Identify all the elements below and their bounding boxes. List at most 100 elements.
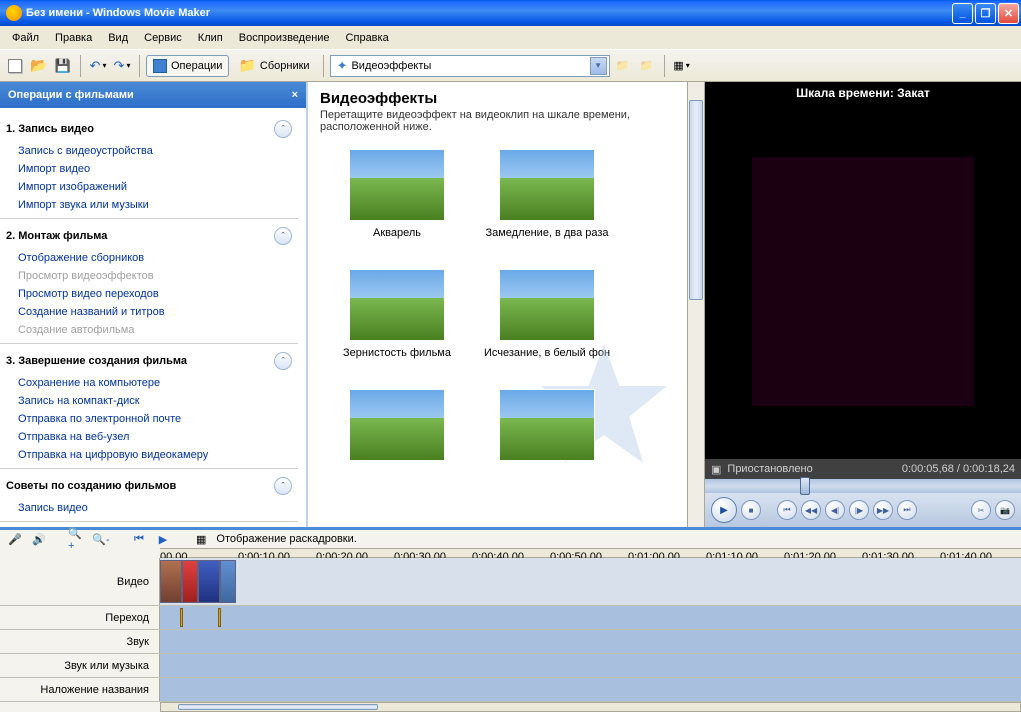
effect-item[interactable]: Акварель <box>332 149 462 239</box>
nav-back-button[interactable]: 📁 <box>612 55 634 77</box>
menu-file[interactable]: Файл <box>4 29 47 47</box>
timeline-play-button[interactable]: ▶ <box>154 530 172 548</box>
collections-toggle[interactable]: 📁 Сборники <box>231 55 316 77</box>
main-area: Операции с фильмами × 1. Запись видеоˆ З… <box>0 82 1021 527</box>
time-display: 0:00:05,68 / 0:00:18,24 <box>902 463 1015 475</box>
clip[interactable] <box>198 560 220 603</box>
timeline-levels-button[interactable]: 🔊 <box>30 530 48 548</box>
stop-button[interactable]: ■ <box>741 500 761 520</box>
seek-bar[interactable] <box>705 479 1021 493</box>
timeline-toolbar: 🎤 🔊 🔍+ 🔍- ⏮ ▶ ▦ Отображение раскадровки. <box>0 530 1021 548</box>
scroll-thumb[interactable] <box>178 704 378 710</box>
preview-video <box>705 104 1021 459</box>
zoom-in-button[interactable]: 🔍+ <box>68 530 86 548</box>
snapshot-button[interactable]: 📷 <box>995 500 1015 520</box>
open-button[interactable]: 📂 <box>28 55 50 77</box>
task-send-web[interactable]: Отправка на веб-узел <box>0 428 298 446</box>
save-button[interactable]: 💾 <box>52 55 74 77</box>
menu-help[interactable]: Справка <box>338 29 397 47</box>
pause-status-icon: ▣ <box>711 463 721 476</box>
transition-marker[interactable] <box>218 608 221 627</box>
effects-subtitle: Перетащите видеоэффект на видеоклип на ш… <box>320 109 692 133</box>
task-show-collections[interactable]: Отображение сборников <box>0 249 298 267</box>
clip[interactable] <box>160 560 182 603</box>
task-automovie: Создание автофильма <box>0 321 298 339</box>
track-title-overlay: Наложение названия <box>0 678 1021 702</box>
task-send-dv[interactable]: Отправка на цифровую видеокамеру <box>0 446 298 464</box>
scrollbar[interactable] <box>687 82 704 527</box>
minimize-button[interactable]: _ <box>952 3 973 24</box>
effect-item[interactable]: Замедление, в два раза <box>482 149 612 239</box>
task-save-cd[interactable]: Запись на компакт-диск <box>0 392 298 410</box>
task-view-transitions[interactable]: Просмотр видео переходов <box>0 285 298 303</box>
timeline-scrollbar[interactable] <box>160 702 1021 712</box>
menu-play[interactable]: Воспроизведение <box>231 29 338 47</box>
chevron-up-icon[interactable]: ˆ <box>274 477 292 495</box>
new-file-icon <box>8 59 22 73</box>
scroll-thumb[interactable] <box>689 100 703 300</box>
forward-button[interactable]: ▶▶ <box>873 500 893 520</box>
task-capture-device[interactable]: Запись с видеоустройства <box>0 142 298 160</box>
video-track-content[interactable] <box>160 558 1021 605</box>
split-button[interactable]: ✂ <box>971 500 991 520</box>
menu-tools[interactable]: Сервис <box>136 29 190 47</box>
new-button[interactable] <box>4 55 26 77</box>
menu-edit[interactable]: Правка <box>47 29 100 47</box>
timeline-tracks: Видео Переход Звук Звук или музыка Налож… <box>0 558 1021 702</box>
app-icon <box>6 5 22 21</box>
effect-thumbnail <box>349 149 445 221</box>
effect-item[interactable] <box>482 389 612 467</box>
save-icon: 💾 <box>55 58 71 74</box>
task-tip-capture[interactable]: Запись видео <box>0 499 298 517</box>
task-view-effects: Просмотр видеоэффектов <box>0 267 298 285</box>
timeline-ruler[interactable]: 00,00 0:00:10,00 0:00:20,00 0:00:30,00 0… <box>160 548 1021 558</box>
storyboard-link[interactable]: Отображение раскадровки. <box>216 533 356 545</box>
zoom-out-button[interactable]: 🔍- <box>92 530 110 548</box>
close-button[interactable]: ✕ <box>998 3 1019 24</box>
close-icon[interactable]: × <box>292 89 298 101</box>
menu-clip[interactable]: Клип <box>190 29 231 47</box>
section-capture: 1. Запись видеоˆ <box>0 116 298 142</box>
maximize-button[interactable]: ❐ <box>975 3 996 24</box>
effect-item[interactable]: Зернистость фильма <box>332 269 462 359</box>
clip[interactable] <box>220 560 236 603</box>
nav-up-button[interactable]: 📁 <box>636 55 658 77</box>
redo-button[interactable]: ↷▾ <box>111 55 133 77</box>
timeline-rewind-button[interactable]: ⏮ <box>130 530 148 548</box>
effect-item[interactable] <box>332 389 462 467</box>
location-dropdown[interactable]: ✦ Видеоэффекты ▼ <box>330 55 610 77</box>
seek-handle[interactable] <box>800 477 810 495</box>
step-fwd-button[interactable]: |▶ <box>849 500 869 520</box>
track-audio: Звук <box>0 630 1021 654</box>
prev-button[interactable]: ⏮ <box>777 500 797 520</box>
chevron-up-icon[interactable]: ˆ <box>274 227 292 245</box>
transition-marker[interactable] <box>180 608 183 627</box>
tasks-toggle[interactable]: Операции <box>146 55 229 77</box>
play-button[interactable]: ▶ <box>711 497 737 523</box>
chevron-up-icon[interactable]: ˆ <box>274 352 292 370</box>
section-tips: Советы по созданию фильмовˆ <box>0 473 298 499</box>
task-save-computer[interactable]: Сохранение на компьютере <box>0 374 298 392</box>
task-import-pictures[interactable]: Импорт изображений <box>0 178 298 196</box>
menu-view[interactable]: Вид <box>100 29 136 47</box>
task-send-email[interactable]: Отправка по электронной почте <box>0 410 298 428</box>
task-make-titles[interactable]: Создание названий и титров <box>0 303 298 321</box>
status-text: Приостановлено <box>727 463 812 475</box>
timeline-narrate-button[interactable]: 🎤 <box>6 530 24 548</box>
menu-bar: Файл Правка Вид Сервис Клип Воспроизведе… <box>0 26 1021 50</box>
tasks-body: 1. Запись видеоˆ Запись с видеоустройств… <box>0 108 306 527</box>
next-button[interactable]: ⏭ <box>897 500 917 520</box>
views-button[interactable]: ▦▾ <box>671 55 693 77</box>
clip[interactable] <box>182 560 198 603</box>
timeline-area: 🎤 🔊 🔍+ 🔍- ⏮ ▶ ▦ Отображение раскадровки.… <box>0 527 1021 712</box>
undo-button[interactable]: ↶▾ <box>87 55 109 77</box>
task-import-video[interactable]: Импорт видео <box>0 160 298 178</box>
chevron-up-icon[interactable]: ˆ <box>274 120 292 138</box>
rewind-button[interactable]: ◀◀ <box>801 500 821 520</box>
dropdown-value: Видеоэффекты <box>351 60 585 72</box>
preview-status-bar: ▣ Приостановлено 0:00:05,68 / 0:00:18,24 <box>705 459 1021 479</box>
task-import-audio[interactable]: Импорт звука или музыки <box>0 196 298 214</box>
step-back-button[interactable]: ◀| <box>825 500 845 520</box>
effects-icon: ✦ <box>337 58 348 74</box>
track-video: Видео <box>0 558 1021 606</box>
